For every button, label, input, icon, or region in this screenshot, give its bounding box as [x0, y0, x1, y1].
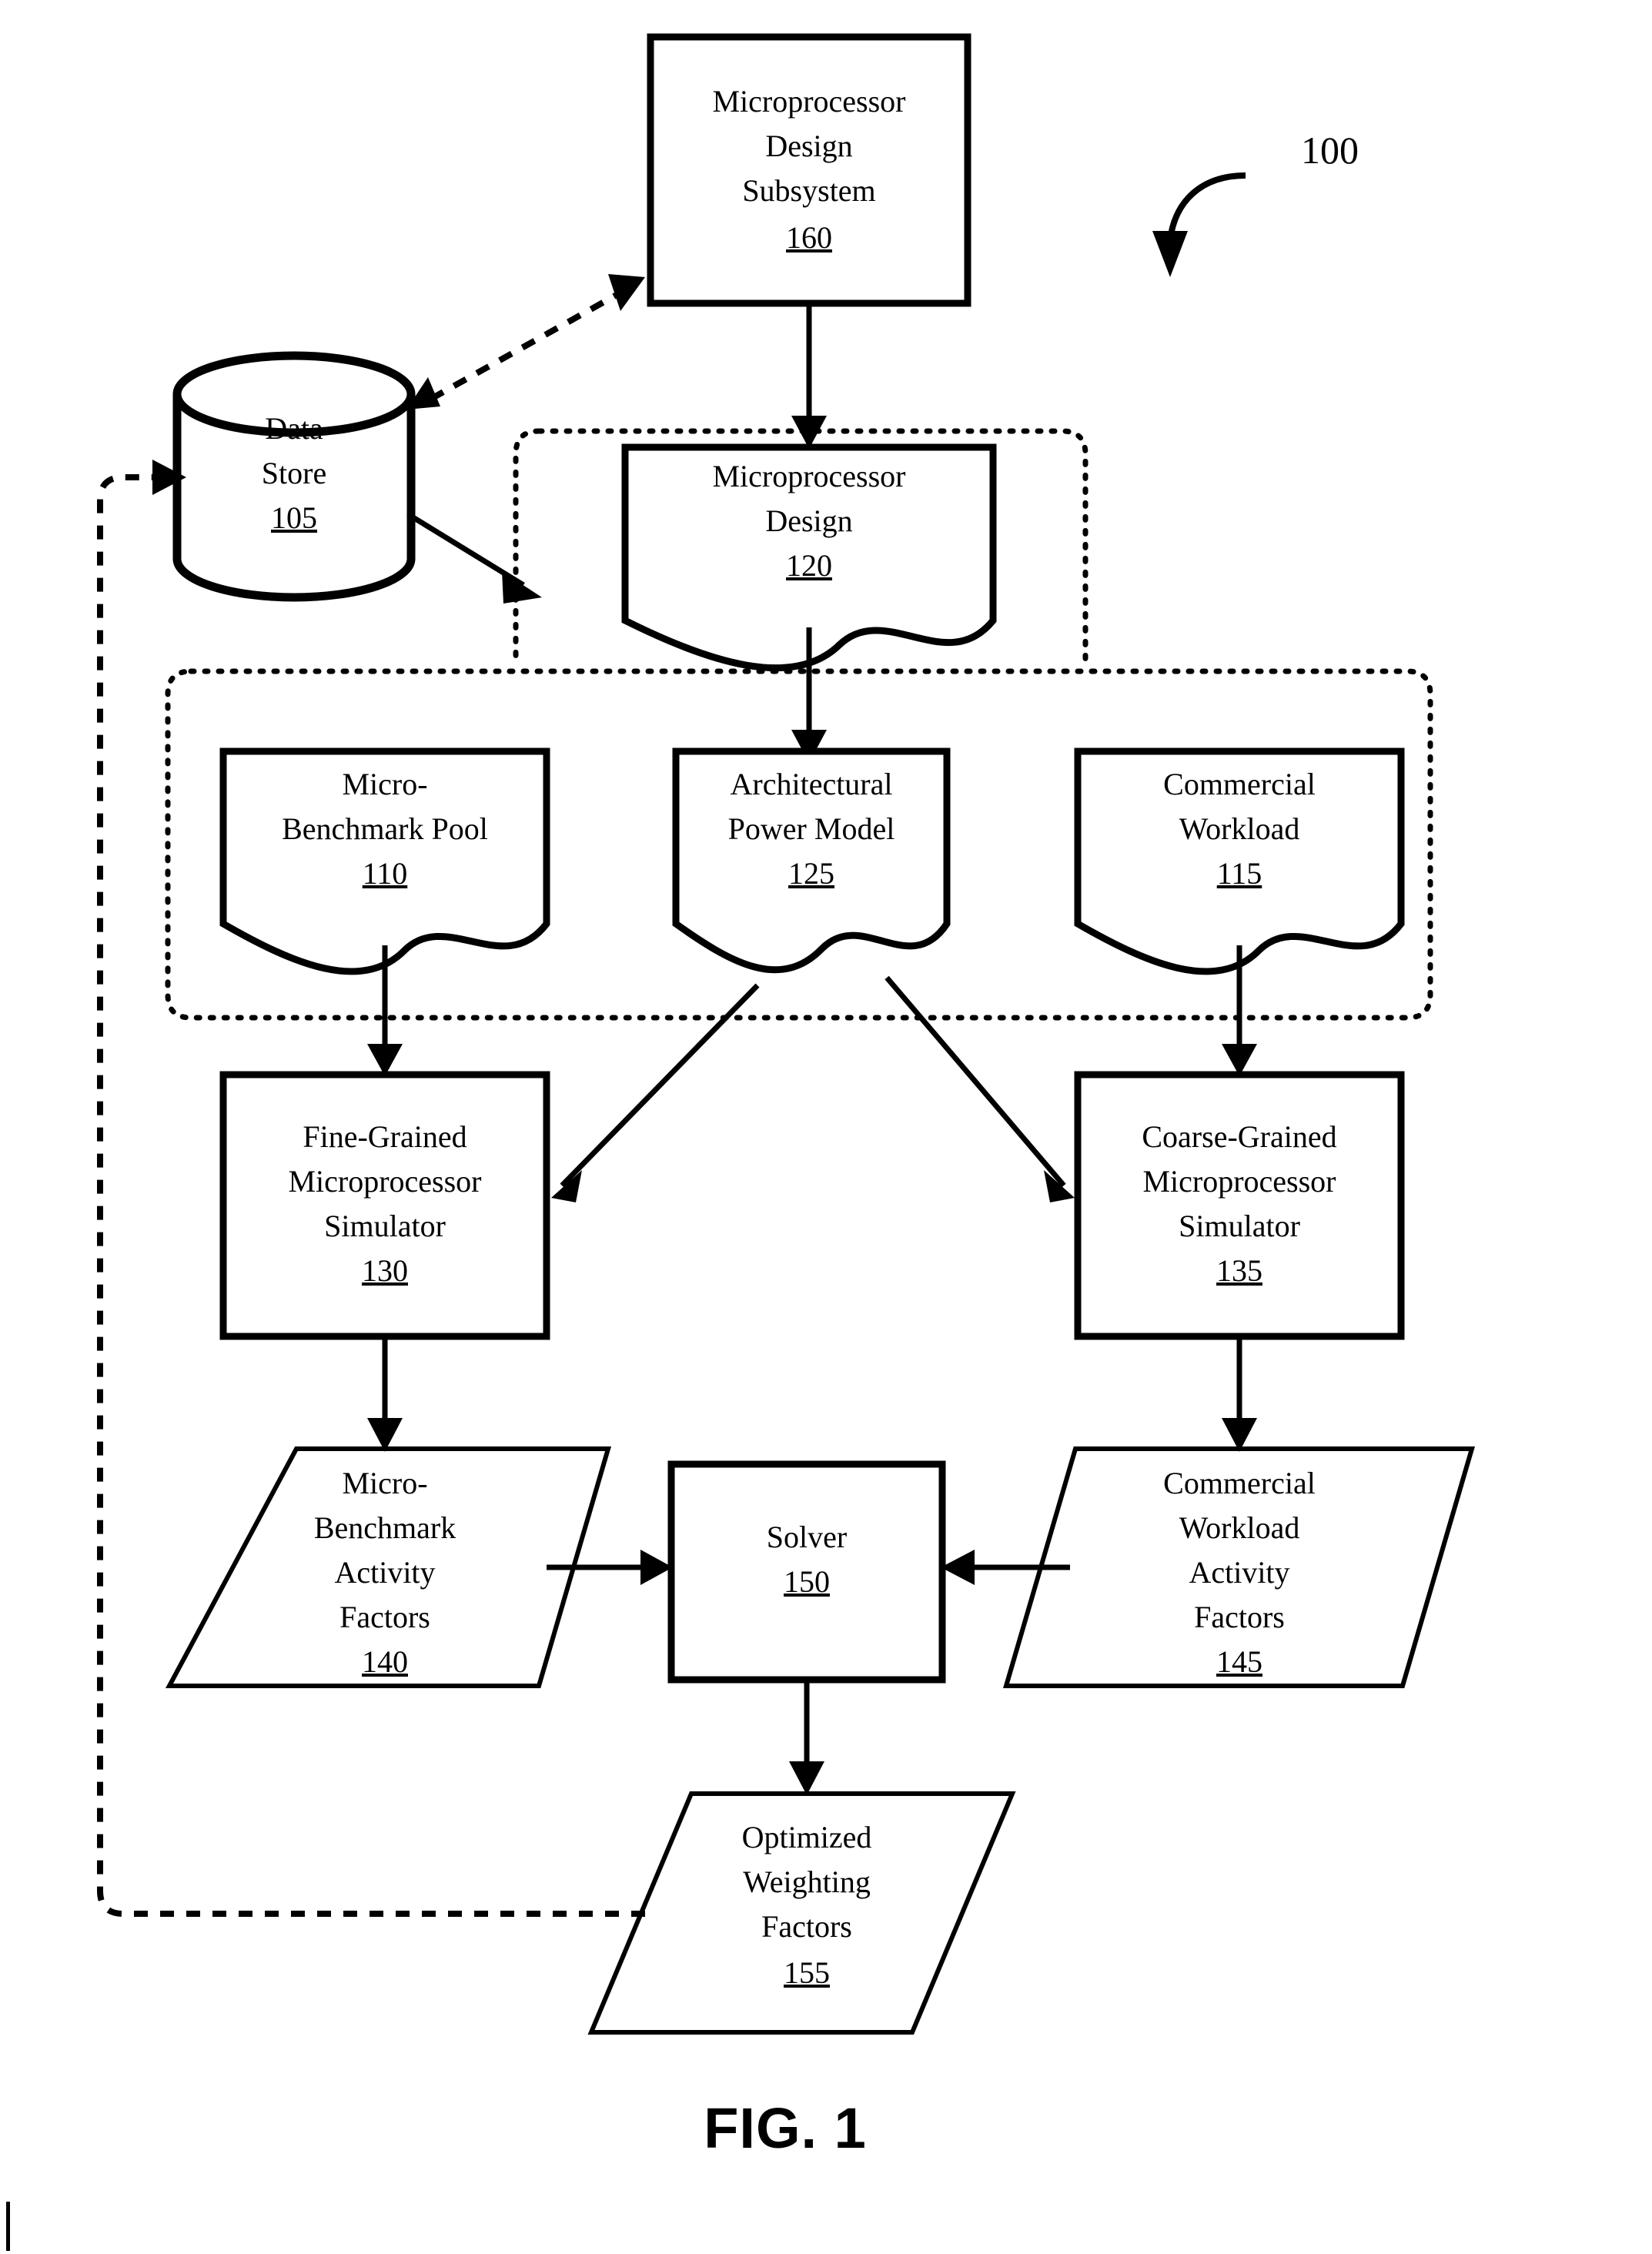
node-architectural-power-model-line-1: Power Model — [728, 811, 895, 846]
page-edge-mark — [6, 2202, 10, 2251]
node-design-subsystem-line-0: Microprocessor — [712, 84, 905, 119]
node-commercial-workload-activity-factors-ref: 145 — [1216, 1644, 1262, 1679]
link-power-model-to-fine-simulator — [560, 983, 760, 1188]
link-solver-to-optimized-weighting-factors-arrowhead — [789, 1761, 824, 1795]
node-commercial-workload-activity-factors-line-2: Activity — [1189, 1555, 1289, 1590]
node-solver-line-0: Solver — [767, 1520, 847, 1554]
system-reference-label: 100 — [1301, 129, 1359, 172]
node-fine-grained-simulator-line-0: Fine-Grained — [303, 1119, 467, 1154]
node-coarse-grained-simulator-line-2: Simulator — [1179, 1209, 1300, 1243]
node-fine-grained-simulator-line-1: Microprocessor — [288, 1164, 481, 1199]
node-coarse-grained-simulator-box[interactable] — [1074, 1071, 1405, 1340]
node-commercial-workload-ref: 115 — [1217, 856, 1262, 891]
node-micro-benchmark-activity-factors-line-2: Activity — [334, 1555, 435, 1590]
node-commercial-workload-activity-factors-line-3: Factors — [1194, 1600, 1285, 1634]
node-fine-grained-simulator-ref: 130 — [362, 1253, 408, 1288]
node-optimized-weighting-factors-ref: 155 — [784, 1955, 830, 1990]
node-fine-grained-simulator-line-2: Simulator — [324, 1209, 446, 1243]
node-design-subsystem-line-1: Design — [765, 129, 852, 163]
system-callout-arrowhead — [1152, 231, 1188, 277]
node-design-subsystem-ref: 160 — [786, 220, 832, 255]
node-data-store-line-1: Store — [262, 456, 326, 490]
system-callout-curve — [1167, 172, 1246, 241]
node-architectural-power-model-ref: 125 — [788, 856, 834, 891]
node-micro-benchmark-activity-factors-line-0: Micro- — [342, 1466, 427, 1500]
link-datastore-to-sources-arrowhead — [502, 571, 542, 604]
figure-caption: FIG. 1 — [704, 2096, 867, 2160]
node-coarse-grained-simulator-line-0: Coarse-Grained — [1142, 1119, 1336, 1154]
flowchart-diagram: 100 Microprocessor Design Subsystem 160 … — [97, 33, 1476, 2160]
node-micro-benchmark-activity-factors-line-1: Benchmark — [314, 1510, 456, 1545]
node-commercial-workload-activity-factors-line-1: Workload — [1179, 1510, 1300, 1545]
patent-figure-page: 100 Microprocessor Design Subsystem 160 … — [0, 0, 1652, 2254]
node-architectural-power-model-line-0: Architectural — [731, 767, 893, 801]
link-power-model-to-fine-simulator-arrowhead — [551, 1170, 582, 1202]
node-data-store-line-0: Data — [265, 411, 323, 446]
node-microprocessor-design-ref: 120 — [786, 548, 832, 583]
link-power-model-to-coarse-simulator — [885, 975, 1066, 1188]
node-micro-benchmark-activity-factors-ref: 140 — [362, 1644, 408, 1679]
link-power-model-to-coarse-simulator-arrowhead — [1044, 1170, 1075, 1202]
node-commercial-workload-activity-factors-line-0: Commercial — [1163, 1466, 1316, 1500]
link-datastore-to-subsystem-arrowhead — [608, 274, 645, 311]
node-coarse-grained-simulator-ref: 135 — [1216, 1253, 1262, 1288]
node-micro-benchmark-pool-ref: 110 — [363, 856, 408, 891]
node-micro-benchmark-pool-line-0: Micro- — [342, 767, 427, 801]
node-microprocessor-design-line-1: Design — [765, 503, 852, 538]
link-datastore-to-subsystem — [430, 288, 625, 402]
node-optimized-weighting-factors-line-1: Weighting — [743, 1864, 871, 1899]
node-solver-ref: 150 — [784, 1564, 830, 1599]
node-data-store-ref: 105 — [271, 500, 317, 535]
node-optimized-weighting-factors-line-0: Optimized — [742, 1820, 872, 1854]
node-commercial-workload-line-0: Commercial — [1163, 767, 1316, 801]
node-micro-benchmark-activity-factors-line-3: Factors — [339, 1600, 430, 1634]
node-micro-benchmark-pool-line-1: Benchmark Pool — [282, 811, 488, 846]
node-microprocessor-design-line-0: Microprocessor — [712, 459, 905, 493]
node-coarse-grained-simulator-line-1: Microprocessor — [1142, 1164, 1336, 1199]
node-fine-grained-simulator-box[interactable] — [219, 1071, 550, 1340]
node-design-subsystem-line-2: Subsystem — [742, 173, 875, 208]
node-commercial-workload-line-1: Workload — [1179, 811, 1300, 846]
node-design-subsystem-box[interactable] — [647, 33, 971, 307]
node-optimized-weighting-factors-line-2: Factors — [761, 1909, 852, 1944]
link-workload-activity-factors-to-solver-arrowhead — [941, 1550, 975, 1585]
